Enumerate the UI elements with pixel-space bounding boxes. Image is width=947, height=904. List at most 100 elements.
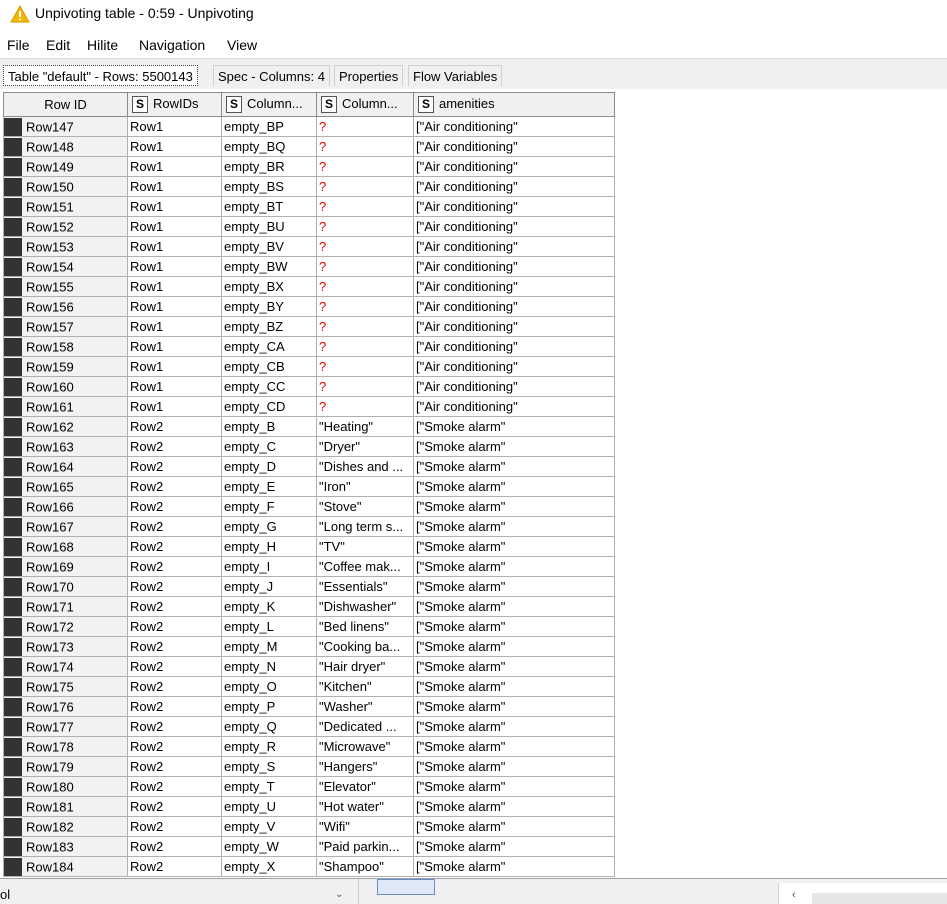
cell-column-2[interactable]: "Stove" [316,496,414,517]
column-header-rowid[interactable]: Row ID [3,92,128,117]
column-header-column-1[interactable]: S Column... [221,92,317,117]
missing-value-cell[interactable]: ? [316,276,414,297]
row-id-cell[interactable]: Row179 [3,756,128,777]
row-id-cell[interactable]: Row150 [3,176,128,197]
missing-value-cell[interactable]: ? [316,236,414,257]
cell-rowids[interactable]: Row1 [127,376,222,397]
row-id-cell[interactable]: Row183 [3,836,128,857]
cell-column-1[interactable]: empty_Q [221,716,317,737]
missing-value-cell[interactable]: ? [316,256,414,277]
chevron-left-icon[interactable]: ‹ [792,889,796,901]
cell-amenities[interactable]: ["Smoke alarm" [413,716,615,737]
menu-view[interactable]: View [227,37,257,53]
row-id-cell[interactable]: Row157 [3,316,128,337]
cell-column-1[interactable]: empty_L [221,616,317,637]
row-id-cell[interactable]: Row178 [3,736,128,757]
missing-value-cell[interactable]: ? [316,176,414,197]
table-row[interactable]: Row149 Row1 empty_BR? ["Air conditioning" [3,156,615,177]
missing-value-cell[interactable]: ? [316,136,414,157]
cell-amenities[interactable]: ["Smoke alarm" [413,556,615,577]
table-row[interactable]: Row152 Row1 empty_BU? ["Air conditioning" [3,216,615,237]
row-id-cell[interactable]: Row173 [3,636,128,657]
table-row[interactable]: Row158 Row1 empty_CA? ["Air conditioning" [3,336,615,357]
cell-amenities[interactable]: ["Air conditioning" [413,336,615,357]
cell-column-1[interactable]: empty_E [221,476,317,497]
missing-value-cell[interactable]: ? [316,396,414,417]
row-id-cell[interactable]: Row170 [3,576,128,597]
row-id-cell[interactable]: Row159 [3,356,128,377]
cell-rowids[interactable]: Row2 [127,516,222,537]
tab-properties[interactable]: Properties [334,65,404,86]
cell-amenities[interactable]: ["Smoke alarm" [413,796,615,817]
cell-rowids[interactable]: Row2 [127,836,222,857]
table-row[interactable]: Row156 Row1 empty_BY? ["Air conditioning" [3,296,615,317]
row-id-cell[interactable]: Row161 [3,396,128,417]
row-id-cell[interactable]: Row180 [3,776,128,797]
cell-rowids[interactable]: Row2 [127,536,222,557]
table-row[interactable]: Row176 Row2 empty_P "Washer" ["Smoke alarm" [3,696,615,717]
cell-column-1[interactable]: empty_X [221,856,317,877]
cell-column-1[interactable]: empty_S [221,756,317,777]
cell-rowids[interactable]: Row2 [127,416,222,437]
row-id-cell[interactable]: Row154 [3,256,128,277]
row-id-cell[interactable]: Row152 [3,216,128,237]
cell-column-1[interactable]: empty_BP [221,116,317,137]
cell-amenities[interactable]: ["Air conditioning" [413,116,615,137]
cell-column-1[interactable]: empty_N [221,656,317,677]
missing-value-cell[interactable]: ? [316,116,414,137]
row-id-cell[interactable]: Row177 [3,716,128,737]
cell-column-2[interactable]: "Dryer" [316,436,414,457]
row-id-cell[interactable]: Row167 [3,516,128,537]
row-id-cell[interactable]: Row184 [3,856,128,877]
cell-rowids[interactable]: Row2 [127,476,222,497]
cell-column-2[interactable]: "Kitchen" [316,676,414,697]
table-row[interactable]: Row162 Row2 empty_B "Heating" ["Smoke alarm" [3,416,615,437]
cell-amenities[interactable]: ["Smoke alarm" [413,616,615,637]
cell-rowids[interactable]: Row1 [127,296,222,317]
cell-amenities[interactable]: ["Smoke alarm" [413,836,615,857]
cell-rowids[interactable]: Row2 [127,636,222,657]
cell-column-1[interactable]: empty_CB [221,356,317,377]
cell-amenities[interactable]: ["Smoke alarm" [413,576,615,597]
cell-rowids[interactable]: Row2 [127,736,222,757]
cell-column-2[interactable]: "Essentials" [316,576,414,597]
cell-rowids[interactable]: Row2 [127,696,222,717]
cell-column-1[interactable]: empty_C [221,436,317,457]
cell-column-1[interactable]: empty_R [221,736,317,757]
menu-file[interactable]: File [7,37,30,53]
table-row[interactable]: Row178 Row2 empty_R "Microwave" ["Smoke alar… [3,736,615,757]
table-row[interactable]: Row160 Row1 empty_CC? ["Air conditioning" [3,376,615,397]
cell-column-1[interactable]: empty_V [221,816,317,837]
cell-column-1[interactable]: empty_BW [221,256,317,277]
cell-column-2[interactable]: "Hot water" [316,796,414,817]
cell-column-2[interactable]: "Hair dryer" [316,656,414,677]
cell-rowids[interactable]: Row2 [127,796,222,817]
cell-column-2[interactable]: "Dishes and ... [316,456,414,477]
cell-rowids[interactable]: Row1 [127,116,222,137]
cell-column-1[interactable]: empty_W [221,836,317,857]
cell-rowids[interactable]: Row1 [127,236,222,257]
cell-amenities[interactable]: ["Air conditioning" [413,156,615,177]
cell-amenities[interactable]: ["Air conditioning" [413,216,615,237]
cell-column-1[interactable]: empty_H [221,536,317,557]
cell-amenities[interactable]: ["Smoke alarm" [413,636,615,657]
cell-column-2[interactable]: "Dedicated ... [316,716,414,737]
table-row[interactable]: Row172 Row2 empty_L "Bed linens" ["Smoke ala… [3,616,615,637]
missing-value-cell[interactable]: ? [316,296,414,317]
cell-amenities[interactable]: ["Smoke alarm" [413,756,615,777]
row-id-cell[interactable]: Row160 [3,376,128,397]
cell-column-2[interactable]: "Heating" [316,416,414,437]
table-row[interactable]: Row167 Row2 empty_G "Long term s... ["Smoke … [3,516,615,537]
cell-rowids[interactable]: Row2 [127,756,222,777]
cell-rowids[interactable]: Row1 [127,176,222,197]
cell-rowids[interactable]: Row2 [127,676,222,697]
cell-amenities[interactable]: ["Air conditioning" [413,196,615,217]
tab-table-default[interactable]: Table "default" - Rows: 5500143 [3,65,198,86]
cell-column-2[interactable]: "Wifi" [316,816,414,837]
cell-column-1[interactable]: empty_CC [221,376,317,397]
row-id-cell[interactable]: Row155 [3,276,128,297]
cell-column-1[interactable]: empty_J [221,576,317,597]
cell-column-2[interactable]: "Dishwasher" [316,596,414,617]
cell-rowids[interactable]: Row2 [127,436,222,457]
column-header-rowids[interactable]: S RowIDs [127,92,222,117]
